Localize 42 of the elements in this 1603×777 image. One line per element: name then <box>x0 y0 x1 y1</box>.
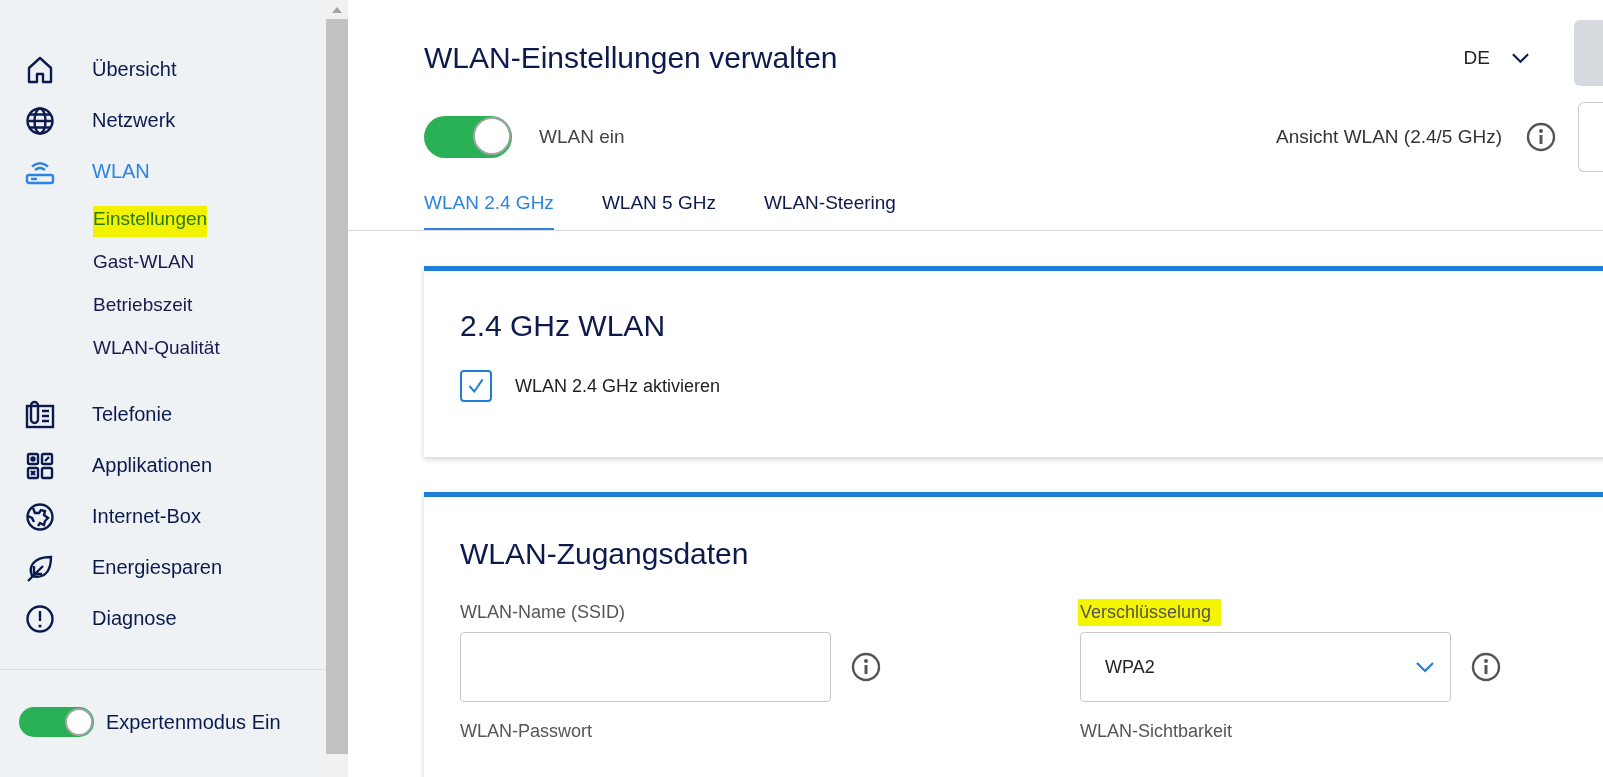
checkbox[interactable] <box>460 370 492 402</box>
submenu-item[interactable]: Gast-WLAN <box>93 240 195 283</box>
nav-item[interactable]: Energiesparen <box>0 542 223 593</box>
field-label: WLAN-Sichtbarkeit <box>1080 720 1234 743</box>
nav-item[interactable]: Telefonie <box>0 389 173 440</box>
alert-icon <box>24 602 56 635</box>
page-title: WLAN-Einstellungen verwalten <box>424 41 839 75</box>
nav-item[interactable]: Internet-Box <box>0 491 201 542</box>
field-label: Verschlüsselung <box>1078 599 1222 626</box>
language-selector[interactable]: DE <box>1463 47 1490 69</box>
tab[interactable]: WLAN 2.4 GHz <box>424 184 554 230</box>
toggle-label: WLAN ein <box>539 126 625 148</box>
earth-icon <box>24 500 56 533</box>
card-title: WLAN-Zugangsdaten <box>460 537 749 571</box>
submenu-item[interactable]: WLAN-Qualität <box>93 326 220 369</box>
info-icon[interactable] <box>851 652 881 682</box>
submenu-item[interactable]: Betriebszeit <box>93 283 193 326</box>
field-label: WLAN-Name (SSID) <box>460 601 626 624</box>
view-label: Ansicht WLAN (2.4/5 GHz) <box>1276 126 1502 148</box>
nav-item[interactable]: Übersicht <box>0 44 177 95</box>
toggle-switch[interactable] <box>424 116 512 158</box>
nav-item[interactable]: Diagnose <box>0 593 177 644</box>
tab[interactable]: WLAN 5 GHz <box>601 184 716 230</box>
nav-item[interactable]: Netzwerk <box>0 95 176 146</box>
chevron-down-icon <box>1414 661 1436 673</box>
field-label: WLAN-Passwort <box>460 720 594 743</box>
card-title: 2.4 GHz WLAN <box>460 309 666 343</box>
dropdown[interactable]: WPA2 <box>1080 632 1451 702</box>
scroll-up-icon[interactable] <box>331 6 343 14</box>
input-field[interactable] <box>460 632 831 702</box>
scrollbar[interactable] <box>326 0 348 777</box>
info-icon[interactable] <box>1526 122 1556 152</box>
checkbox-label: WLAN 2.4 GHz aktivieren <box>515 375 721 397</box>
tab[interactable]: WLAN-Steering <box>763 184 896 230</box>
nav-item[interactable]: Applikationen <box>0 440 213 491</box>
phone-icon <box>24 398 56 431</box>
header-field[interactable] <box>1578 102 1603 172</box>
chevron-down-icon[interactable] <box>1511 52 1530 64</box>
toggle-label: Expertenmodus Ein <box>106 710 281 734</box>
toggle-switch[interactable] <box>19 707 94 737</box>
info-icon[interactable] <box>1471 652 1501 682</box>
globe-icon <box>24 104 56 137</box>
